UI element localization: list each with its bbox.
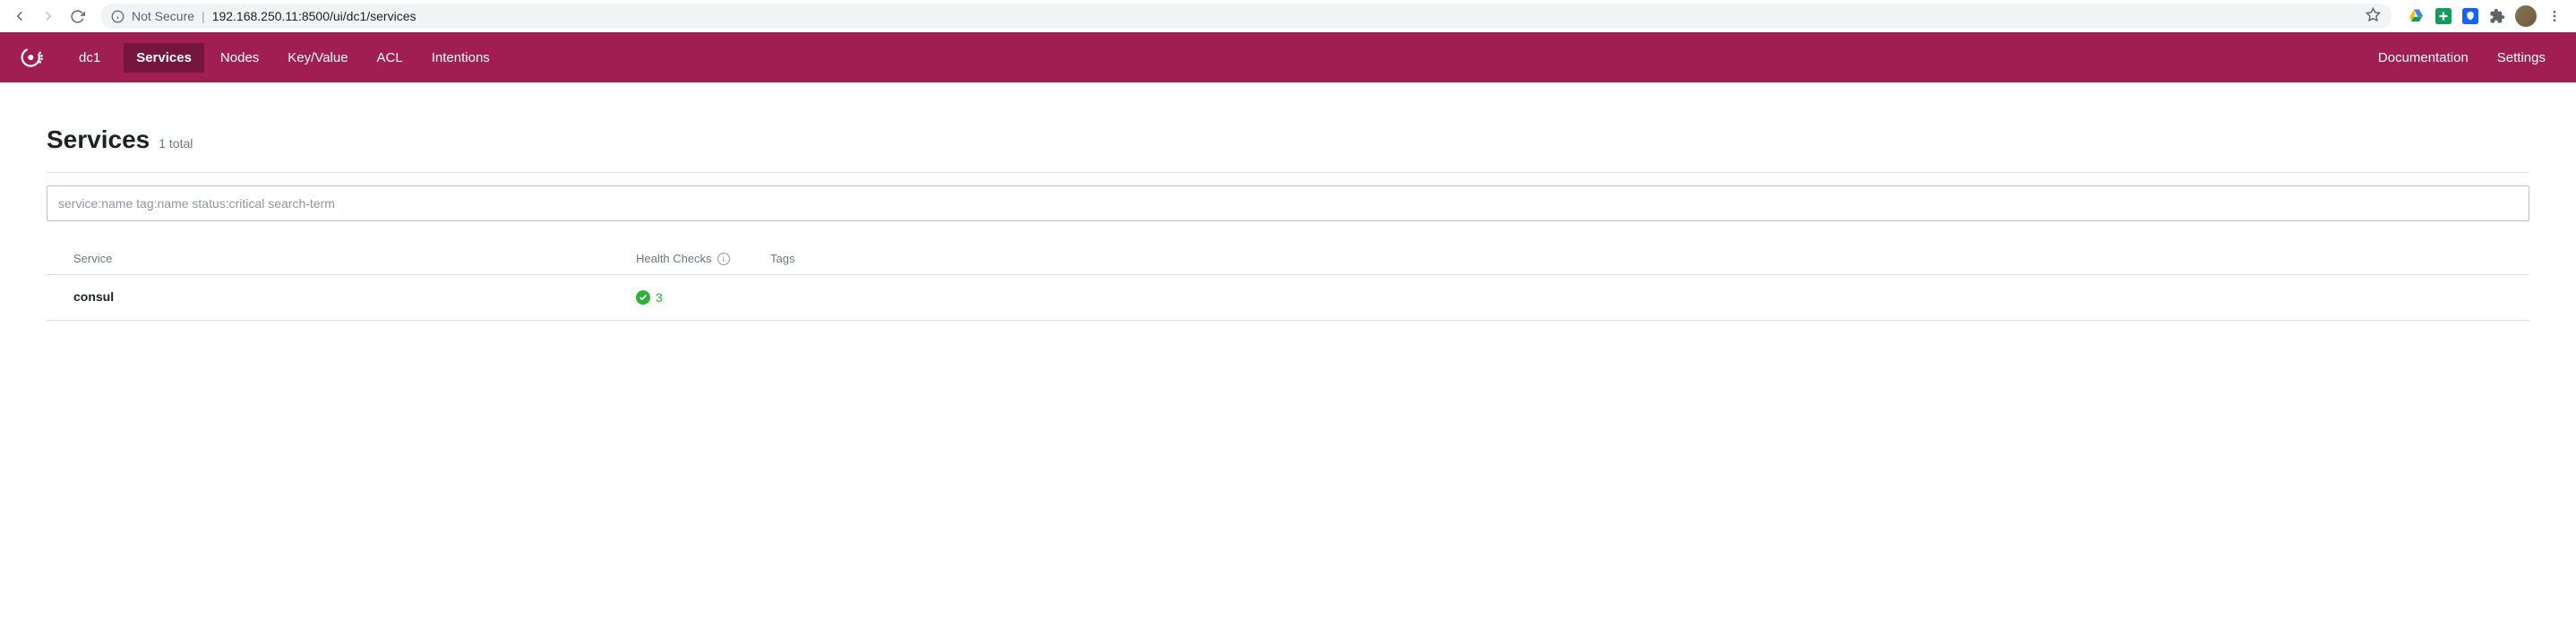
extension-icons xyxy=(2402,5,2569,27)
nav-nodes[interactable]: Nodes xyxy=(208,43,271,73)
health-count: 3 xyxy=(656,290,663,305)
service-name: consul xyxy=(73,289,114,304)
puzzle-extension-icon[interactable] xyxy=(2488,7,2506,25)
consul-top-nav: dc1 Services Nodes Key/Value ACL Intenti… xyxy=(0,32,2576,82)
drive-extension-icon[interactable] xyxy=(2408,7,2426,25)
browser-toolbar: Not Secure | 192.168.250.11:8500/ui/dc1/… xyxy=(0,0,2576,32)
header-health-label: Health Checks xyxy=(636,252,712,265)
check-circle-icon xyxy=(636,290,650,305)
nav-intentions[interactable]: Intentions xyxy=(419,43,502,73)
health-badge: 3 xyxy=(636,290,663,305)
nav-settings[interactable]: Settings xyxy=(2485,43,2558,73)
search-input[interactable] xyxy=(47,185,2529,221)
header-service: Service xyxy=(73,252,636,265)
address-bar[interactable]: Not Secure | 192.168.250.11:8500/ui/dc1/… xyxy=(100,4,2391,29)
table-header: Service Health Checks i Tags xyxy=(47,243,2529,275)
header-health: Health Checks i xyxy=(636,252,770,265)
datacenter-selector[interactable]: dc1 xyxy=(66,43,113,73)
forward-button[interactable] xyxy=(36,4,61,29)
title-divider xyxy=(47,172,2529,173)
nav-acl[interactable]: ACL xyxy=(365,43,416,73)
security-status: Not Secure xyxy=(132,9,194,23)
shield-extension-icon[interactable] xyxy=(2461,7,2479,25)
url-text: 192.168.250.11:8500/ui/dc1/services xyxy=(212,9,416,23)
bookmark-star-icon[interactable] xyxy=(2366,7,2381,25)
info-icon[interactable]: i xyxy=(717,253,730,265)
main-content: Services 1 total Service Health Checks i… xyxy=(0,82,2576,364)
profile-avatar[interactable] xyxy=(2515,5,2537,27)
consul-logo-icon[interactable] xyxy=(18,43,47,72)
nav-key-value[interactable]: Key/Value xyxy=(275,43,360,73)
nav-documentation[interactable]: Documentation xyxy=(2366,43,2481,73)
page-title-row: Services 1 total xyxy=(47,125,2529,154)
page-title: Services xyxy=(47,125,150,154)
table-row[interactable]: consul 3 xyxy=(47,275,2529,321)
back-button[interactable] xyxy=(7,4,32,29)
header-tags: Tags xyxy=(770,252,2503,265)
plus-extension-icon[interactable] xyxy=(2434,7,2452,25)
divider: | xyxy=(202,9,205,23)
site-info-icon[interactable] xyxy=(111,10,125,23)
menu-dots-icon[interactable] xyxy=(2546,7,2563,25)
page-count: 1 total xyxy=(159,136,193,151)
nav-services[interactable]: Services xyxy=(124,43,204,73)
reload-button[interactable] xyxy=(64,4,90,29)
